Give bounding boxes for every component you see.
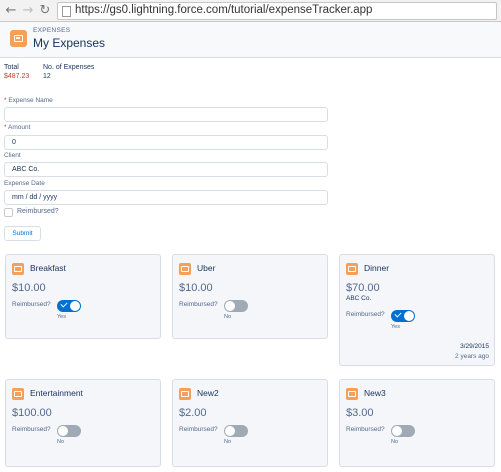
address-bar[interactable]: https://gs0.lightning.force.com/tutorial… [57,2,497,20]
page-header: EXPENSES My Expenses [0,22,501,58]
expense-card-amount: $10.00 [179,282,213,294]
amount-input[interactable]: 0 [4,135,328,150]
page-title: My Expenses [33,36,106,50]
expense-card-amount: $10.00 [12,282,46,294]
expense-card-icon [179,263,191,275]
reload-icon[interactable]: ↻ [38,4,52,18]
expense-card-icon [346,263,358,275]
reimbursed-checkbox-label: Reimbursed? [17,208,59,215]
expense-card: New3 $3.00 Reimbursed? No [339,379,495,467]
expense-card-title: Entertainment [30,388,83,398]
reimbursed-checkbox[interactable] [4,208,13,217]
expense-card-amount: $2.00 [179,407,207,419]
checkmark-icon [394,310,402,318]
expense-card-icon [10,30,27,47]
expense-card: Breakfast $10.00 Reimbursed? Yes [5,254,161,339]
expense-card: Uber $10.00 Reimbursed? No [172,254,328,339]
expense-card-title: Dinner [364,263,390,273]
expense-card-amount: $70.00 [346,282,380,294]
checkmark-icon [60,300,68,308]
toggle-state-label: Yes [391,324,400,330]
expense-card-relative-date: 2 years ago [455,353,489,360]
reimbursed-toggle[interactable] [391,425,415,437]
expense-card-title: New3 [364,388,386,398]
expense-name-input[interactable] [4,107,328,122]
page-icon [62,6,71,17]
reimbursed-toggle-label: Reimbursed? [179,426,218,433]
expense-card-title: Breakfast [30,263,66,273]
count-value: 12 [43,73,51,80]
client-input[interactable]: ABC Co. [4,162,328,177]
client-label: Client [4,152,21,159]
back-arrow-icon[interactable]: ← [4,4,18,18]
expense-date-label: Expense Date [4,180,45,187]
reimbursed-toggle[interactable] [391,310,415,322]
reimbursed-toggle-label: Reimbursed? [346,426,385,433]
expense-card: New2 $2.00 Reimbursed? No [172,379,328,467]
expense-card: Dinner $70.00 ABC Co. Reimbursed? Yes 3/… [339,254,495,366]
reimbursed-toggle[interactable] [224,300,248,312]
expense-date-input[interactable]: mm / dd / yyyy [4,190,328,205]
reimbursed-toggle-label: Reimbursed? [12,301,51,308]
total-label: Total [4,64,19,71]
reimbursed-toggle[interactable] [224,425,248,437]
toggle-state-label: No [57,439,65,445]
toggle-state-label: No [224,314,232,320]
expense-card-client: ABC Co. [346,295,372,302]
toggle-state-label: No [224,439,232,445]
reimbursed-toggle-label: Reimbursed? [179,301,218,308]
expense-card-title: New2 [197,388,219,398]
header-eyebrow: EXPENSES [33,27,71,34]
expense-card: Entertainment $100.00 Reimbursed? No [5,379,161,467]
toggle-state-label: Yes [57,314,66,320]
submit-button[interactable]: Submit [4,226,41,241]
expense-card-icon [12,388,24,400]
expense-card-amount: $100.00 [12,407,52,419]
reimbursed-toggle-label: Reimbursed? [12,426,51,433]
browser-toolbar: ← → ↻ https://gs0.lightning.force.com/tu… [0,0,501,22]
expense-card-icon [12,263,24,275]
expense-card-date: 3/29/2015 [460,343,489,350]
amount-label: * Amount [4,124,31,131]
url-text[interactable]: https://gs0.lightning.force.com/tutorial… [75,4,372,16]
toggle-state-label: No [391,439,399,445]
expense-card-icon [179,388,191,400]
expense-name-label: * Expense Name [4,97,53,104]
expense-card-title: Uber [197,263,216,273]
reimbursed-toggle[interactable] [57,300,81,312]
expense-card-icon [346,388,358,400]
count-label: No. of Expenses [43,64,95,71]
reimbursed-toggle-label: Reimbursed? [346,311,385,318]
total-value: $487.23 [4,73,30,80]
reimbursed-toggle[interactable] [57,425,81,437]
forward-arrow-icon[interactable]: → [21,4,35,18]
expense-card-amount: $3.00 [346,407,374,419]
